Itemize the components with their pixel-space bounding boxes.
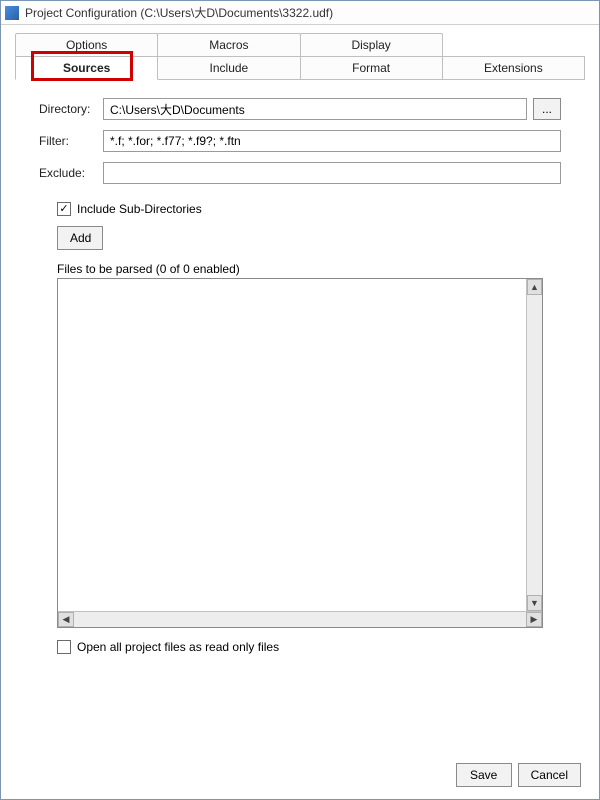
files-parsed-label: Files to be parsed (0 of 0 enabled) xyxy=(57,262,561,276)
footer-buttons: Save Cancel xyxy=(1,745,599,799)
window-title: Project Configuration (C:\Users\大D\Docum… xyxy=(25,4,333,21)
tab-row-2: Sources Include Format Extensions xyxy=(15,56,585,80)
directory-row: Directory: ... xyxy=(39,98,561,120)
browse-button[interactable]: ... xyxy=(533,98,561,120)
filter-row: Filter: xyxy=(39,130,561,152)
include-subdirs-label: Include Sub-Directories xyxy=(77,202,202,216)
exclude-row: Exclude: xyxy=(39,162,561,184)
exclude-label: Exclude: xyxy=(39,166,103,180)
titlebar: Project Configuration (C:\Users\大D\Docum… xyxy=(1,1,599,25)
tab-extensions[interactable]: Extensions xyxy=(442,56,585,80)
horizontal-scrollbar[interactable]: ◀ ▶ xyxy=(58,611,542,627)
vertical-scrollbar[interactable]: ▲ ▼ xyxy=(526,279,542,611)
open-readonly-label: Open all project files as read only file… xyxy=(77,640,279,654)
tabs-container: Options Macros Display Sources Include F… xyxy=(1,25,599,80)
tab-include[interactable]: Include xyxy=(157,56,300,80)
directory-label: Directory: xyxy=(39,102,103,116)
files-listbox[interactable]: ▲ ▼ ◀ ▶ xyxy=(57,278,543,628)
filter-input[interactable] xyxy=(103,130,561,152)
tab-display[interactable]: Display xyxy=(300,33,443,57)
scroll-left-icon[interactable]: ◀ xyxy=(58,612,74,627)
app-icon xyxy=(5,6,19,20)
include-subdirs-row[interactable]: ✓ Include Sub-Directories xyxy=(57,202,561,216)
tab-options[interactable]: Options xyxy=(15,33,158,57)
tab-sources[interactable]: Sources xyxy=(15,56,158,80)
files-listbox-inner: ▲ ▼ xyxy=(58,279,542,611)
tab-content: Directory: ... Filter: Exclude: ✓ Includ… xyxy=(15,79,585,745)
open-readonly-row[interactable]: Open all project files as read only file… xyxy=(57,640,561,654)
tab-format[interactable]: Format xyxy=(300,56,443,80)
filter-label: Filter: xyxy=(39,134,103,148)
include-subdirs-checkbox[interactable]: ✓ xyxy=(57,202,71,216)
scroll-right-icon[interactable]: ▶ xyxy=(526,612,542,627)
project-config-window: Project Configuration (C:\Users\大D\Docum… xyxy=(0,0,600,800)
tab-row-1: Options Macros Display xyxy=(15,33,585,57)
exclude-input[interactable] xyxy=(103,162,561,184)
open-readonly-checkbox[interactable] xyxy=(57,640,71,654)
directory-input[interactable] xyxy=(103,98,527,120)
cancel-button[interactable]: Cancel xyxy=(518,763,581,787)
scroll-up-icon[interactable]: ▲ xyxy=(527,279,542,295)
save-button[interactable]: Save xyxy=(456,763,512,787)
scroll-down-icon[interactable]: ▼ xyxy=(527,595,542,611)
add-button[interactable]: Add xyxy=(57,226,103,250)
tab-macros[interactable]: Macros xyxy=(157,33,300,57)
